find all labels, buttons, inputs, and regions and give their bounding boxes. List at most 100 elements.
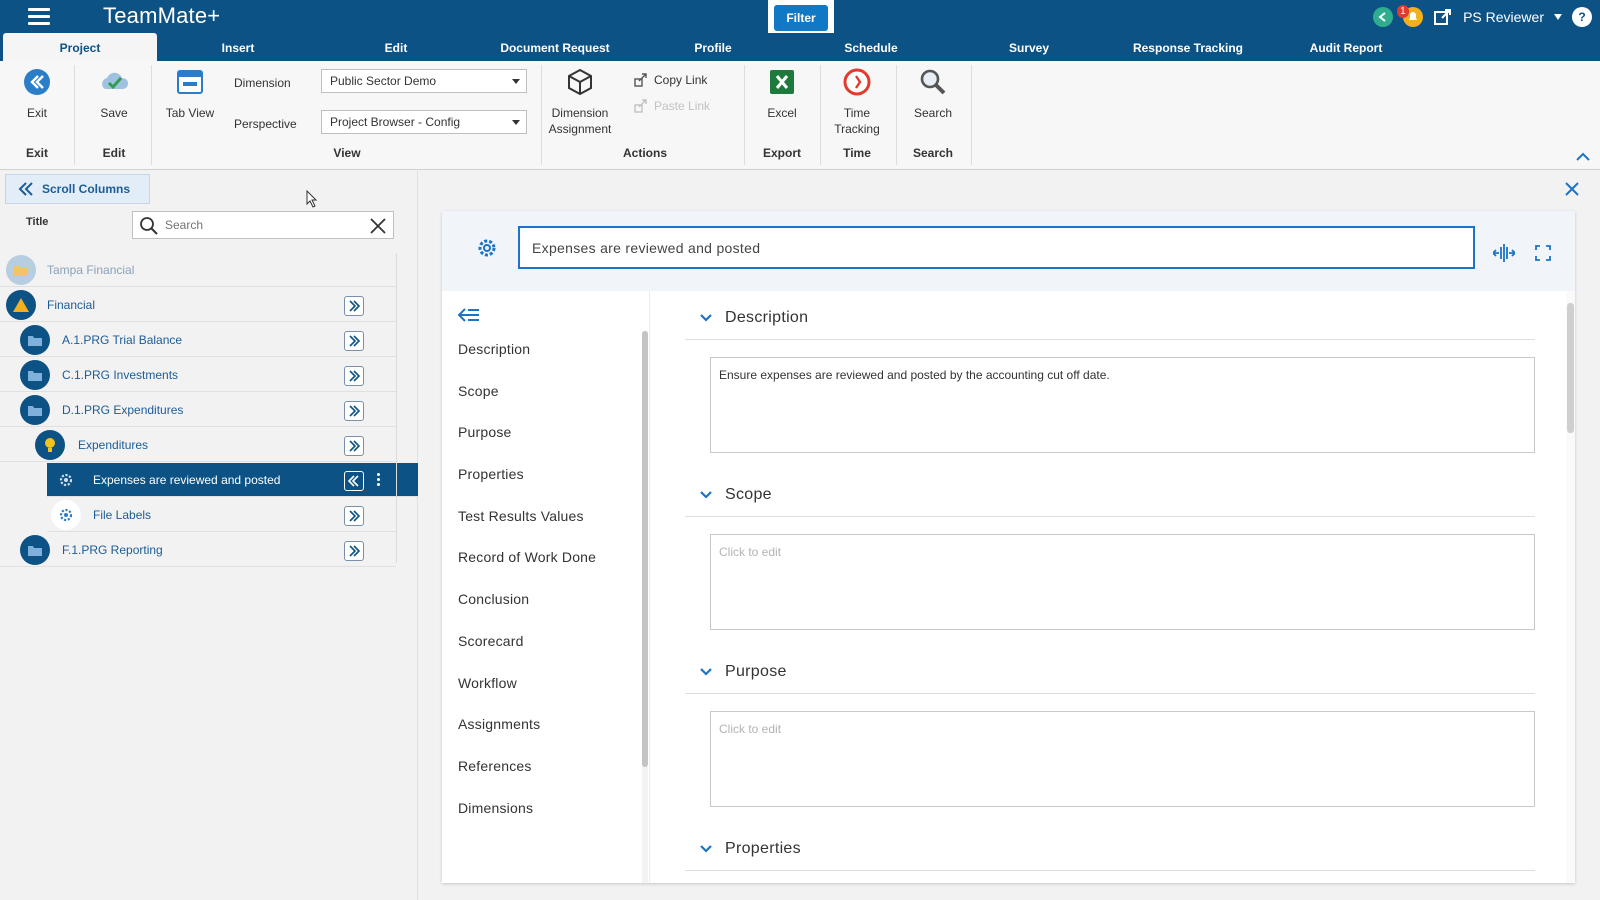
help-icon[interactable]: ?	[1572, 6, 1592, 27]
nav-description[interactable]: Description	[458, 341, 596, 383]
dimension-assignment-button[interactable]: Dimension Assignment	[547, 67, 613, 137]
section-title: Scope	[725, 485, 772, 503]
dimension-assignment-label-2: Assignment	[548, 122, 612, 136]
chevron-down-icon	[700, 667, 712, 676]
close-panel-icon[interactable]	[1564, 181, 1580, 197]
row-more-options-icon[interactable]	[377, 473, 381, 488]
tree-row-expenditures[interactable]: Expenditures	[0, 428, 396, 462]
magnifier-icon	[918, 67, 948, 97]
save-button[interactable]: Save	[96, 67, 132, 121]
scroll-columns-button[interactable]: Scroll Columns	[5, 174, 150, 204]
expand-row-button[interactable]	[344, 296, 364, 316]
folder-icon	[20, 360, 50, 390]
purpose-field[interactable]: Click to edit	[710, 711, 1535, 807]
nav-scrollbar[interactable]	[642, 331, 648, 883]
time-tracking-button[interactable]: Time Tracking	[833, 67, 881, 137]
user-menu-caret-icon[interactable]	[1554, 13, 1562, 20]
expand-row-button[interactable]	[344, 331, 364, 351]
tab-survey[interactable]: Survey	[979, 33, 1079, 61]
perspective-value: Project Browser - Config	[330, 115, 461, 129]
expand-row-button[interactable]	[344, 401, 364, 421]
collapse-row-button[interactable]	[344, 471, 364, 491]
nav-scorecard[interactable]: Scorecard	[458, 633, 596, 675]
nav-dimensions[interactable]: Dimensions	[458, 800, 596, 842]
user-menu[interactable]: PS Reviewer	[1463, 9, 1544, 25]
clear-search-icon[interactable]	[369, 217, 387, 235]
split-view-icon[interactable]	[1493, 244, 1515, 262]
dimension-select[interactable]: Public Sector Demo	[321, 69, 527, 93]
save-button-label: Save	[100, 106, 128, 120]
section-header-properties[interactable]: Properties	[685, 827, 1535, 871]
paste-link-label: Paste Link	[654, 99, 711, 113]
excel-export-button[interactable]: Excel	[764, 67, 800, 121]
search-button[interactable]: Search	[910, 67, 956, 121]
perspective-select[interactable]: Project Browser - Config	[321, 110, 527, 134]
tab-schedule[interactable]: Schedule	[821, 33, 921, 61]
collapse-ribbon-icon[interactable]	[1576, 152, 1590, 162]
expand-row-button[interactable]	[344, 366, 364, 386]
exit-button[interactable]: Exit	[19, 67, 55, 121]
ribbon-separator	[896, 65, 897, 165]
tree-label: File Labels	[93, 507, 152, 522]
notifications-bell-icon[interactable]: 1	[1397, 4, 1424, 27]
nav-workflow[interactable]: Workflow	[458, 675, 596, 717]
expand-row-button[interactable]	[344, 436, 364, 456]
open-external-icon[interactable]	[1433, 7, 1453, 27]
navigation-icon[interactable]	[1373, 6, 1394, 27]
folder-icon	[20, 325, 50, 355]
chevron-down-icon	[700, 490, 712, 499]
section-title: Properties	[725, 839, 801, 857]
nav-purpose[interactable]: Purpose	[458, 424, 596, 466]
group-label-export: Export	[762, 146, 801, 160]
nav-scope[interactable]: Scope	[458, 383, 596, 425]
expand-row-button[interactable]	[344, 541, 364, 561]
description-field[interactable]: Ensure expenses are reviewed and posted …	[710, 357, 1535, 453]
tree-row-tampa-financial[interactable]: Tampa Financial	[0, 253, 396, 287]
scroll-columns-label: Scroll Columns	[42, 182, 131, 196]
double-chevron-right-icon	[349, 545, 360, 557]
tab-insert[interactable]: Insert	[188, 33, 288, 61]
nav-record-of-work-done[interactable]: Record of Work Done	[458, 549, 596, 591]
tree-row-file-labels[interactable]: File Labels	[47, 498, 396, 532]
nav-properties[interactable]: Properties	[458, 466, 596, 508]
content-scrollbar-thumb[interactable]	[1567, 303, 1574, 433]
section-header-description[interactable]: Description	[685, 296, 1535, 340]
group-label-exit: Exit	[25, 146, 48, 160]
procedure-title-input[interactable]	[518, 226, 1475, 269]
copy-link-button[interactable]: Copy Link	[634, 73, 707, 87]
tab-audit-report[interactable]: Audit Report	[1296, 33, 1396, 61]
double-chevron-right-icon	[349, 510, 360, 522]
ribbon-separator	[820, 65, 821, 165]
tab-project[interactable]: Project	[3, 33, 157, 61]
tab-view-label: Tab View	[165, 106, 215, 120]
scope-field[interactable]: Click to edit	[710, 534, 1535, 630]
nav-references[interactable]: References	[458, 758, 596, 800]
content-scrollbar[interactable]	[1566, 291, 1575, 883]
tab-response-tracking[interactable]: Response Tracking	[1118, 33, 1258, 61]
fullscreen-icon[interactable]	[1535, 245, 1551, 261]
copy-link-label: Copy Link	[654, 73, 708, 87]
section-header-scope[interactable]: Scope	[685, 473, 1535, 517]
tab-profile[interactable]: Profile	[663, 33, 763, 61]
nav-assignments[interactable]: Assignments	[458, 716, 596, 758]
tab-document-request[interactable]: Document Request	[488, 33, 622, 61]
tree-row-c1-investments[interactable]: C.1.PRG Investments	[0, 358, 396, 392]
nav-conclusion[interactable]: Conclusion	[458, 591, 596, 633]
section-header-purpose[interactable]: Purpose	[685, 650, 1535, 694]
tree-row-f1-reporting[interactable]: F.1.PRG Reporting	[0, 533, 396, 567]
settings-gear-icon[interactable]	[476, 237, 498, 259]
collapse-nav-arrow-icon[interactable]	[458, 307, 480, 323]
hamburger-menu-icon[interactable]	[28, 8, 50, 25]
tab-view-button[interactable]: Tab View	[164, 67, 216, 121]
filter-button[interactable]: Filter	[774, 5, 828, 31]
nav-scrollbar-thumb[interactable]	[642, 331, 648, 767]
tab-edit[interactable]: Edit	[346, 33, 446, 61]
tree-row-a1-trial-balance[interactable]: A.1.PRG Trial Balance	[0, 323, 396, 357]
nav-test-results-values[interactable]: Test Results Values	[458, 508, 596, 550]
excel-icon	[767, 67, 797, 97]
tree-search-input[interactable]	[165, 216, 355, 234]
tree-row-financial[interactable]: Financial	[0, 288, 396, 322]
tree-row-d1-expenditures[interactable]: D.1.PRG Expenditures	[0, 393, 396, 427]
expand-row-button[interactable]	[344, 506, 364, 526]
tree-row-expenses-reviewed-selected[interactable]: Expenses are reviewed and posted	[47, 463, 418, 497]
